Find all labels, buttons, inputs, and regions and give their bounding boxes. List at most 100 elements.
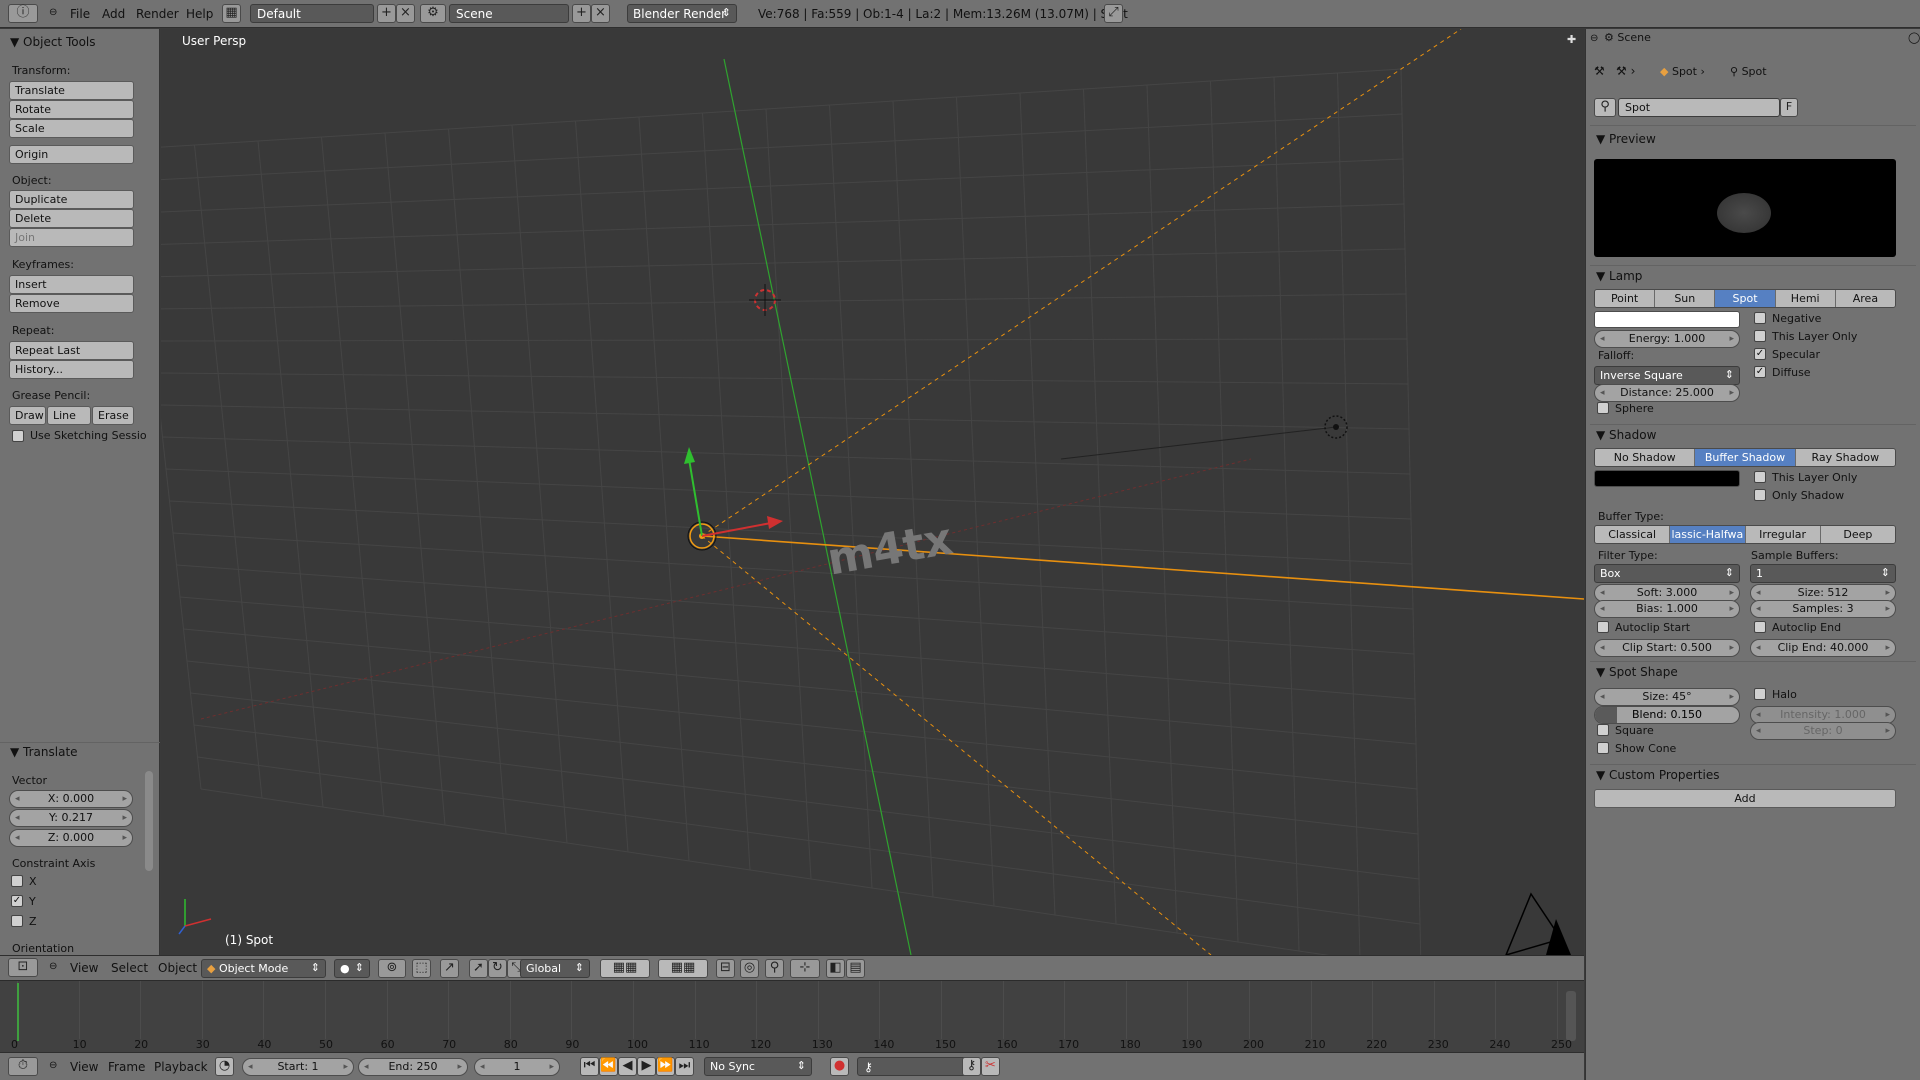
origin-button[interactable]: Origin (9, 145, 134, 164)
shadow-type-buffer[interactable]: Buffer Shadow (1695, 449, 1796, 466)
shadow-color-swatch[interactable] (1594, 470, 1740, 487)
pin-icon[interactable]: ◯ (1908, 31, 1920, 44)
halo-step-field[interactable]: Step: 0 (1750, 722, 1896, 740)
snap-toggle-icon[interactable]: ⚲ (765, 959, 784, 978)
record-icon[interactable]: ● (830, 1057, 849, 1076)
add-property-button[interactable]: Add (1594, 789, 1896, 808)
preview-range-icon[interactable]: ◔ (215, 1057, 234, 1076)
render-anim-icon[interactable]: ▤ (846, 959, 865, 978)
proportional-icon[interactable]: ◎ (740, 959, 759, 978)
sample-buffers-dropdown[interactable]: 1 (1750, 564, 1896, 583)
current-frame-field[interactable]: 1 (474, 1058, 560, 1076)
pivot-icon[interactable]: ⊚ (378, 959, 406, 978)
spot-shape-header[interactable]: ▼ Spot Shape (1596, 665, 1678, 679)
lamp-header[interactable]: ▼ Lamp (1596, 269, 1642, 283)
camera-icon[interactable] (1505, 892, 1571, 955)
remove-layout-icon[interactable]: × (396, 4, 415, 23)
play-icon[interactable]: ▶ (637, 1057, 656, 1076)
menu-render[interactable]: Render (136, 7, 179, 21)
lamp-datablock-name[interactable]: Spot (1618, 98, 1780, 117)
specular-checkbox[interactable]: ✓ (1754, 348, 1766, 360)
snap-element-icon[interactable]: ⊹ (790, 959, 820, 978)
timeline-menu-playback[interactable]: Playback (154, 1060, 208, 1074)
insert-keyframe-button[interactable]: Insert (9, 275, 134, 294)
render-preview-icon[interactable]: ◧ (826, 959, 845, 978)
shadow-header[interactable]: ▼ Shadow (1596, 428, 1656, 442)
context-data-icon[interactable]: ⚒ › (1616, 64, 1635, 78)
square-checkbox[interactable] (1597, 724, 1609, 736)
start-frame-field[interactable]: Start: 1 (242, 1058, 354, 1076)
scale-button[interactable]: Scale (9, 119, 134, 138)
history-button[interactable]: History... (9, 360, 134, 379)
samples-field[interactable]: Samples: 3 (1750, 600, 1896, 618)
vector-z-field[interactable]: Z: 0.000 (9, 829, 133, 847)
only-shadow-checkbox[interactable] (1754, 489, 1766, 501)
viewport-plus-icon[interactable]: ✚ (1567, 33, 1576, 46)
clip-start-field[interactable]: Clip Start: 0.500 (1594, 639, 1740, 657)
lamp-type-area[interactable]: Area (1835, 290, 1895, 307)
orientation-dropdown[interactable]: Global (520, 959, 590, 978)
collapse-icon[interactable]: ⊖ (49, 7, 57, 18)
end-frame-field[interactable]: End: 250 (358, 1058, 468, 1076)
shadow-type-none[interactable]: No Shadow (1595, 449, 1696, 466)
layout-field[interactable]: Default (250, 4, 374, 23)
repeat-last-button[interactable]: Repeat Last (9, 341, 134, 360)
line-button[interactable]: Line (47, 406, 91, 425)
vector-y-field[interactable]: Y: 0.217 (9, 809, 133, 827)
scene-field[interactable]: Scene (449, 4, 569, 23)
jump-keyframe-fwd-icon[interactable]: ⏩ (656, 1057, 675, 1076)
context-lamp-icon[interactable]: ⚒ (1594, 64, 1605, 78)
layout-grid-icon[interactable]: ▦ (222, 4, 241, 23)
bias-field[interactable]: Bias: 1.000 (1594, 600, 1740, 618)
shading-dropdown[interactable]: ● (334, 959, 370, 978)
negative-checkbox[interactable] (1754, 312, 1766, 324)
layers-grid-a-icon[interactable]: ▦▦ (600, 959, 650, 978)
rotate-button[interactable]: Rotate (9, 100, 134, 119)
autoclip-end-checkbox[interactable] (1754, 621, 1766, 633)
timeline-menu-view[interactable]: View (70, 1060, 98, 1074)
mode-dropdown[interactable]: ◆ Object Mode (201, 959, 326, 978)
buffer-type-classic-halfway[interactable]: lassic-Halfwa (1670, 526, 1746, 543)
translate-operator-header[interactable]: ▼ Translate (10, 745, 78, 759)
translate-manip-icon[interactable]: ➚ (469, 959, 488, 978)
distance-field[interactable]: Distance: 25.000 (1594, 384, 1740, 402)
scene-breadcrumb[interactable]: ⚙ Scene (1604, 31, 1651, 44)
constraint-z-checkbox[interactable] (11, 915, 23, 927)
autoclip-start-checkbox[interactable] (1597, 621, 1609, 633)
sync-dropdown[interactable]: No Sync (704, 1057, 812, 1076)
manipulator-icon[interactable]: ↗ (440, 959, 459, 978)
lamp-type-spot[interactable]: Spot (1715, 290, 1776, 307)
translate-button[interactable]: Translate (9, 81, 134, 100)
timeline-menu-frame[interactable]: Frame (108, 1060, 145, 1074)
3d-editor-type-icon[interactable]: ⊡ (8, 958, 38, 977)
delete-key-icon[interactable]: ✂ (981, 1057, 1000, 1076)
blend-slider[interactable]: Blend: 0.150 (1594, 706, 1740, 724)
sketching-checkbox[interactable] (12, 430, 24, 442)
spot-size-field[interactable]: Size: 45° (1594, 688, 1740, 706)
preview-header[interactable]: ▼ Preview (1596, 132, 1656, 146)
menu-file[interactable]: File (70, 7, 90, 21)
menu-view[interactable]: View (70, 961, 98, 975)
remove-scene-icon[interactable]: × (591, 4, 610, 23)
timeline-editor-type-icon[interactable]: ⏱ (8, 1057, 38, 1076)
add-scene-icon[interactable]: + (572, 4, 591, 23)
lamp-color-swatch[interactable] (1594, 311, 1740, 328)
buffer-type-irregular[interactable]: Irregular (1745, 526, 1821, 543)
shadow-layer-only-checkbox[interactable] (1754, 471, 1766, 483)
3d-collapse-icon[interactable]: ⊖ (49, 961, 57, 972)
constraint-x-checkbox[interactable] (11, 875, 23, 887)
join-button[interactable]: Join (9, 228, 134, 247)
timeline-area[interactable] (0, 980, 1584, 1052)
remove-keyframe-button[interactable]: Remove (9, 294, 134, 313)
vector-x-field[interactable]: X: 0.000 (9, 790, 133, 808)
props-collapse-icon[interactable]: ⊖ (1590, 33, 1598, 44)
lamp-type-hemi[interactable]: Hemi (1775, 290, 1836, 307)
halo-checkbox[interactable] (1754, 688, 1766, 700)
this-layer-only-checkbox[interactable] (1754, 330, 1766, 342)
lamp-type-point[interactable]: Point (1595, 290, 1656, 307)
erase-button[interactable]: Erase (92, 406, 134, 425)
layer-lock-icon[interactable]: ⊟ (716, 959, 735, 978)
shadow-type-ray[interactable]: Ray Shadow (1795, 449, 1895, 466)
crumb-lamp-data[interactable]: ⚲ Spot (1730, 65, 1767, 78)
buffer-type-classical[interactable]: Classical (1595, 526, 1671, 543)
